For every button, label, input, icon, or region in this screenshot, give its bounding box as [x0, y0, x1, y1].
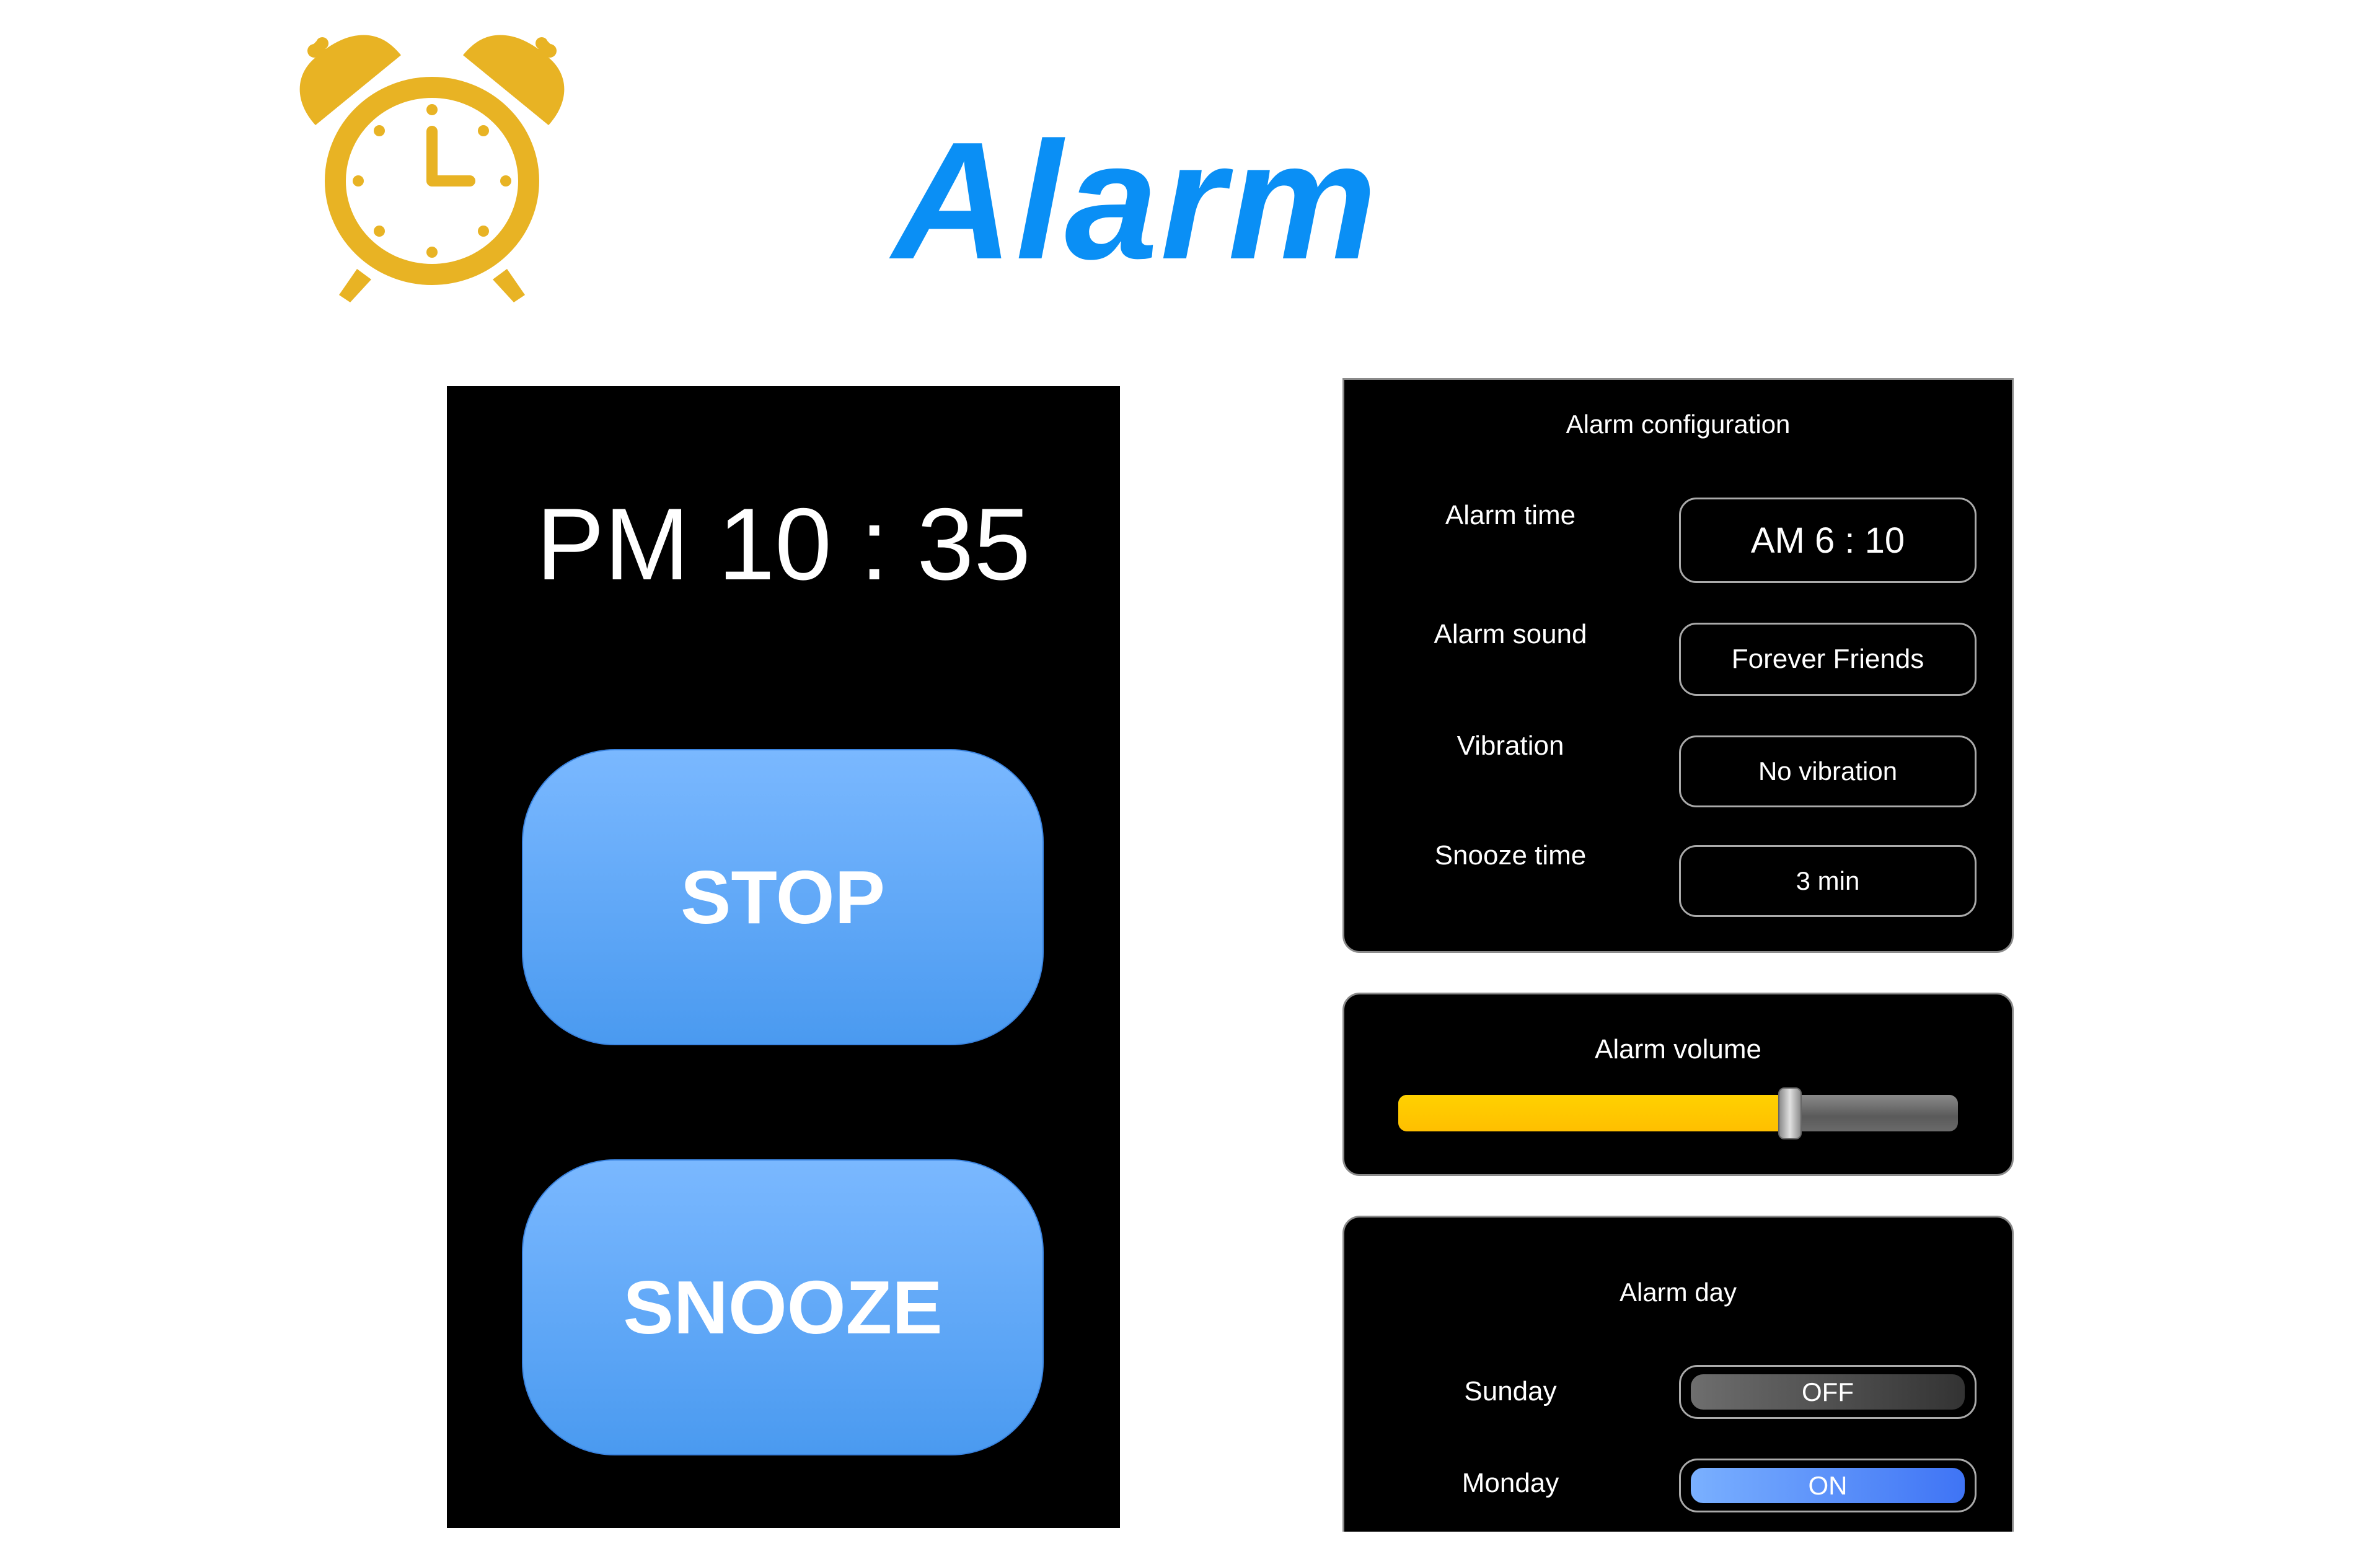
alarm-time-label: Alarm time: [1445, 500, 1576, 530]
alarm-configuration-panel: Alarm configuration Alarm time AM 6 : 10…: [1342, 378, 2014, 953]
alarm-day-panel: Alarm day Sunday OFF Monday ON: [1342, 1216, 2014, 1532]
alarm-ringing-screen: PM 10 : 35 STOP SNOOZE: [447, 386, 1120, 1528]
monday-label: Monday: [1461, 1468, 1559, 1498]
panel-title: Alarm configuration: [1566, 410, 1791, 439]
sunday-toggle[interactable]: OFF: [1679, 1365, 1977, 1419]
volume-slider[interactable]: [1398, 1087, 1958, 1139]
vibration-field[interactable]: No vibration: [1679, 735, 1977, 807]
toggle-state: OFF: [1691, 1374, 1965, 1410]
alarm-sound-field[interactable]: Forever Friends: [1679, 623, 1977, 696]
snooze-button[interactable]: SNOOZE: [522, 1159, 1044, 1455]
snooze-time-field[interactable]: 3 min: [1679, 845, 1977, 917]
panel-title: Alarm day: [1619, 1278, 1737, 1307]
app-title: Alarm: [892, 108, 1380, 294]
sunday-label: Sunday: [1464, 1376, 1557, 1406]
snooze-time-label: Snooze time: [1434, 840, 1587, 871]
vibration-label: Vibration: [1457, 731, 1564, 761]
alarm-clock-icon: [299, 35, 565, 302]
current-time: PM 10 : 35: [536, 487, 1031, 601]
volume-slider-fill: [1398, 1095, 1791, 1131]
volume-slider-thumb[interactable]: [1778, 1087, 1802, 1139]
panel-title: Alarm volume: [1595, 1034, 1761, 1064]
monday-toggle[interactable]: ON: [1679, 1459, 1977, 1512]
alarm-time-field[interactable]: AM 6 : 10: [1679, 498, 1977, 583]
alarm-volume-panel: Alarm volume: [1342, 993, 2014, 1176]
toggle-state: ON: [1691, 1468, 1965, 1503]
stop-button[interactable]: STOP: [522, 749, 1044, 1045]
alarm-sound-label: Alarm sound: [1434, 619, 1587, 649]
